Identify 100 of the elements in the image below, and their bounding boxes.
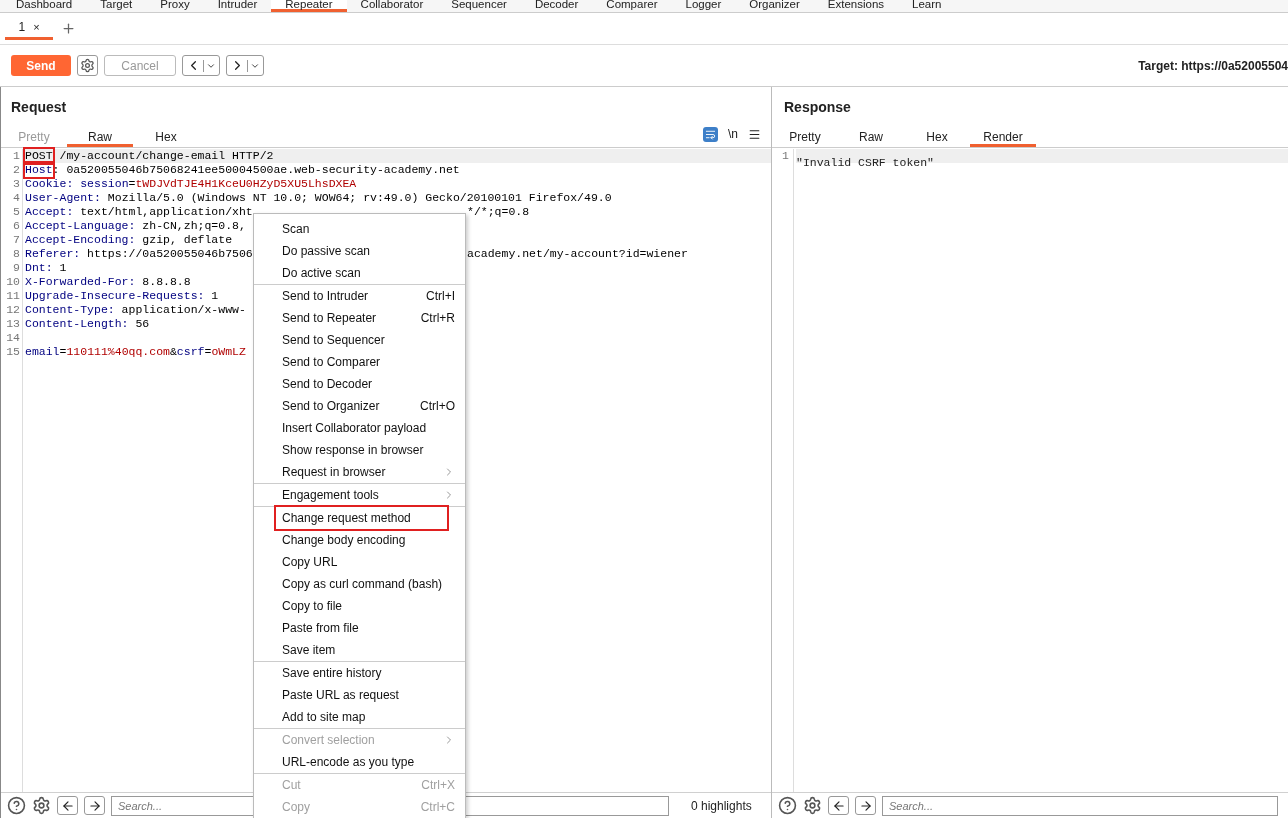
menu-item[interactable]: Save entire history <box>254 662 465 684</box>
close-icon[interactable]: × <box>33 18 40 36</box>
line-number: 14 <box>5 331 21 345</box>
code-text: & <box>169 345 177 359</box>
panel-title: Request <box>11 98 67 117</box>
menu-item[interactable]: Send to Decoder <box>254 373 465 395</box>
code-text: 1 <box>58 261 67 275</box>
line-number: 13 <box>5 317 21 331</box>
line-number: 7 <box>12 233 21 247</box>
forward-button[interactable] <box>855 796 876 815</box>
line-number: 4 <box>12 191 21 205</box>
menu-item[interactable]: Send to Repeater Ctrl+R <box>254 307 465 329</box>
main-tab[interactable]: Proxy <box>146 0 204 12</box>
code-text: = <box>59 345 67 359</box>
line-number: 1 <box>12 149 21 163</box>
menu-item[interactable]: Paste from file <box>254 617 465 639</box>
header-name: Upgrade-Insecure-Requests: <box>25 289 205 303</box>
menu-item[interactable]: Do passive scan <box>254 240 465 262</box>
parameter-value: oWmLZ <box>211 345 246 359</box>
menu-icon[interactable] <box>748 127 761 141</box>
menu-item[interactable]: Do active scan <box>254 262 465 284</box>
line-number: 9 <box>12 261 21 275</box>
code-text: 8.8.8.8 <box>141 275 191 289</box>
editor-tab[interactable]: Raw <box>838 129 904 147</box>
menu-item[interactable]: URL-encode as you type <box>254 751 465 773</box>
header-name: X-Forwarded-For: <box>25 275 136 289</box>
code-text: /my-account/change-email HTTP/2 <box>58 149 274 163</box>
line-number: 11 <box>5 289 21 303</box>
main-tab[interactable]: Comparer <box>592 0 672 12</box>
history-back-button[interactable] <box>182 55 220 76</box>
line-number: 5 <box>12 205 21 219</box>
settings-icon[interactable] <box>32 796 51 815</box>
menu-item[interactable]: Add to site map <box>254 706 465 728</box>
newline-toggle[interactable]: \n <box>728 125 738 143</box>
code-text: 1 <box>210 289 219 303</box>
code-text: : 0a520055046b75068241ee50004500ae.web-security-academy.net <box>52 163 460 177</box>
code-text: zh-CN,zh;q=0.8, <box>141 219 246 233</box>
menu-item[interactable]: Send to Comparer <box>254 351 465 373</box>
menu-item[interactable]: Change body encoding <box>254 529 465 551</box>
header-name: Accept-Encoding: <box>25 233 136 247</box>
line-number: 1 <box>781 149 790 163</box>
wrap-icon[interactable] <box>703 126 718 142</box>
code-text: "Invalid CSRF token" <box>796 156 935 169</box>
menu-item[interactable]: Show response in browser <box>254 439 465 461</box>
menu-item[interactable]: Send to Sequencer <box>254 329 465 351</box>
line-number: 3 <box>12 177 21 191</box>
code-text: gzip, deflate <box>141 233 233 247</box>
main-tab[interactable]: Target <box>86 0 147 12</box>
line-number: 2 <box>12 163 21 177</box>
main-tab[interactable]: Decoder <box>520 0 593 12</box>
help-icon[interactable] <box>7 796 26 815</box>
add-tab-icon[interactable] <box>61 21 76 36</box>
settings-icon[interactable] <box>803 796 822 815</box>
main-tab[interactable]: Organizer <box>735 0 814 12</box>
editor-tab[interactable]: Pretty <box>772 129 838 147</box>
forward-button[interactable] <box>84 796 105 815</box>
settings-button[interactable] <box>77 55 98 76</box>
arrow-right-icon <box>858 798 873 813</box>
menu-item[interactable]: Paste URL as request <box>254 684 465 706</box>
main-tab[interactable]: Learn <box>898 0 956 12</box>
header-name: Cookie: <box>25 177 75 191</box>
menu-item[interactable]: Insert Collaborator payload <box>254 417 465 439</box>
main-tab[interactable]: Collaborator <box>346 0 438 12</box>
header-name: User-Agent: <box>25 191 101 205</box>
menu-item[interactable]: Request in browser <box>254 461 465 483</box>
back-button[interactable] <box>57 796 78 815</box>
tab-label: 1 <box>18 19 26 36</box>
line-number: 12 <box>5 303 21 317</box>
line-number: 6 <box>12 219 21 233</box>
menu-item[interactable]: Copy to file <box>254 595 465 617</box>
history-forward-button[interactable] <box>226 55 264 76</box>
line-number: 10 <box>5 275 21 289</box>
menu-item[interactable]: Scan <box>254 218 465 240</box>
menu-item[interactable]: Save item <box>254 639 465 661</box>
panel-title: Response <box>784 98 851 117</box>
menu-item[interactable]: Send to Organizer Ctrl+O <box>254 395 465 417</box>
header-name: Accept: <box>25 205 74 219</box>
parameter-value: 110111%40qq.com <box>66 345 170 359</box>
help-icon[interactable] <box>778 796 797 815</box>
main-tab[interactable]: Extensions <box>813 0 899 12</box>
parameter-value: tWDJVdTJE4H1KceU0HZyD5XU5LhsDXEA <box>135 177 357 191</box>
header-name: csrf <box>176 345 205 359</box>
target-label: Target: https://0a52005504 <box>1138 57 1288 75</box>
menu-item[interactable]: Copy as curl command (bash) <box>254 573 465 595</box>
main-tab[interactable]: Repeater <box>271 0 347 12</box>
search-field[interactable]: Search... <box>882 795 1278 816</box>
back-button[interactable] <box>828 796 849 815</box>
menu-item[interactable]: Copy URL <box>254 551 465 573</box>
main-tab[interactable]: Sequencer <box>437 0 521 12</box>
menu-item[interactable]: Engagement tools <box>254 484 465 506</box>
main-tab[interactable]: Intruder <box>203 0 272 12</box>
code-text: = <box>128 177 136 191</box>
code-text: text/html,application/xht <box>79 205 253 219</box>
editor-tab[interactable]: Hex <box>904 129 970 147</box>
main-tab[interactable]: Logger <box>671 0 736 12</box>
header-name: Host <box>25 163 53 177</box>
menu-item[interactable]: Send to Intruder Ctrl+I <box>254 285 465 307</box>
editor-tab[interactable]: Hex <box>133 129 199 147</box>
code-text: Mozilla/5.0 (Windows NT 10.0; WOW64; rv:49.0) Gecko/20100101 Firefox/49.0 <box>106 191 612 205</box>
main-tab[interactable]: Dashboard <box>2 0 87 12</box>
